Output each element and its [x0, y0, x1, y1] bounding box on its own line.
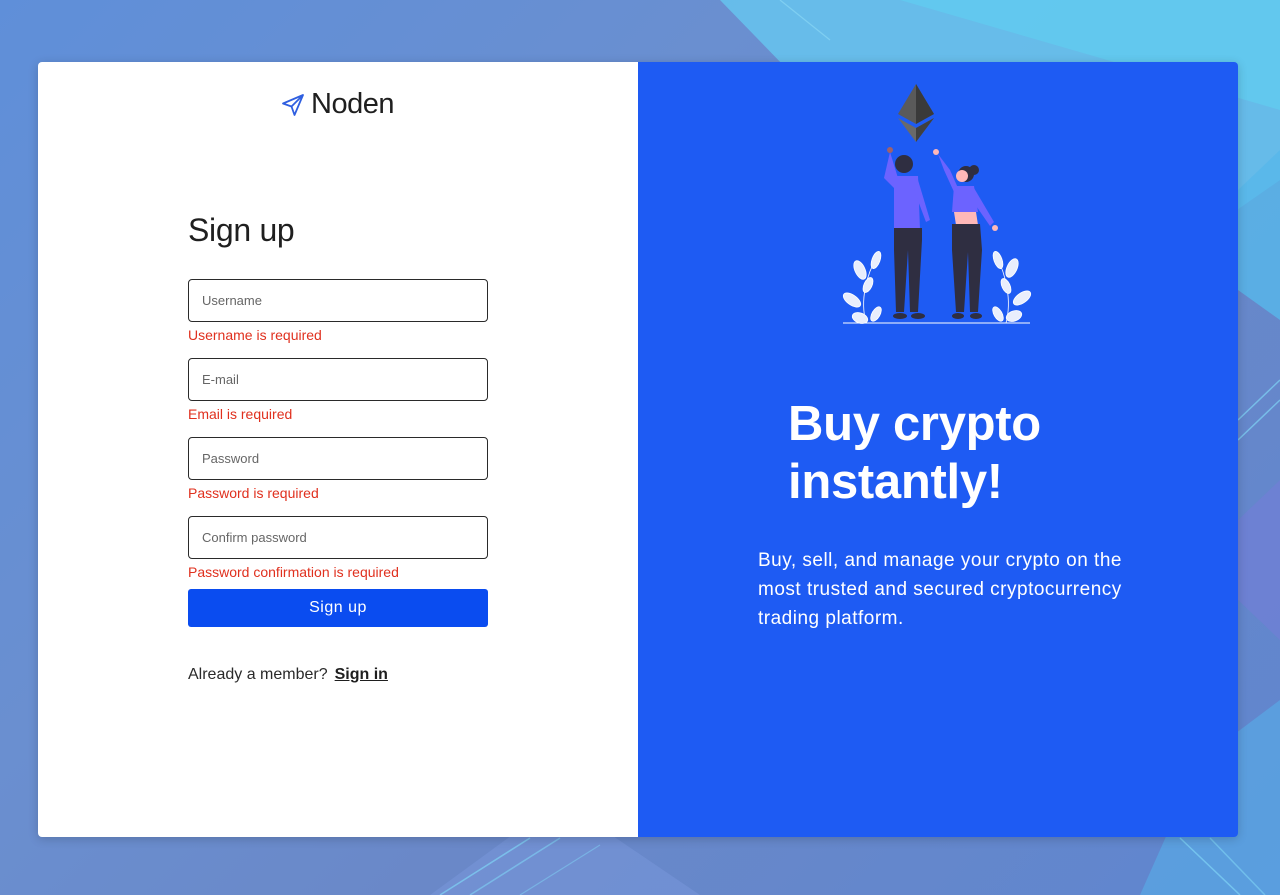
brand-logo[interactable]: Noden [280, 88, 394, 121]
signup-button[interactable]: Sign up [188, 589, 488, 627]
signin-prompt: Already a member? Sign in [188, 666, 488, 684]
promo-description: Buy, sell, and manage your crypto on the… [758, 550, 1122, 629]
headline-line-2: instantly! [788, 455, 1003, 509]
username-group: Username is required [188, 279, 488, 343]
confirm-password-error: Password confirmation is required [188, 564, 399, 580]
crypto-celebration-illustration [842, 84, 1032, 324]
signin-link[interactable]: Sign in [335, 666, 388, 684]
password-input[interactable] [188, 437, 488, 480]
brand-name: Noden [311, 88, 394, 120]
woman-figure [933, 149, 998, 319]
password-error: Password is required [188, 485, 319, 501]
email-error: Email is required [188, 406, 293, 422]
paper-plane-icon [282, 93, 304, 116]
email-input[interactable] [188, 358, 488, 401]
man-figure [884, 147, 930, 319]
promo-headline: Buy crypto instantly! [788, 395, 1128, 511]
password-group: Password is required [188, 437, 488, 501]
confirm-password-input[interactable] [188, 516, 488, 559]
username-input[interactable] [188, 279, 488, 322]
member-text: Already a member? [188, 666, 328, 683]
signup-card: Noden Sign up Username is required Email… [38, 62, 1238, 837]
ethereum-icon [898, 84, 934, 142]
confirm-password-group: Password confirmation is required [188, 516, 488, 580]
headline-line-1: Buy crypto [788, 397, 1041, 451]
signup-form: Sign up Username is required Email is re… [188, 207, 488, 684]
signup-panel: Noden Sign up Username is required Email… [38, 62, 638, 837]
promo-panel: Buy crypto instantly! Buy, sell, and man… [638, 62, 1238, 837]
form-title: Sign up [188, 212, 295, 248]
email-group: Email is required [188, 358, 488, 422]
username-error: Username is required [188, 327, 322, 343]
